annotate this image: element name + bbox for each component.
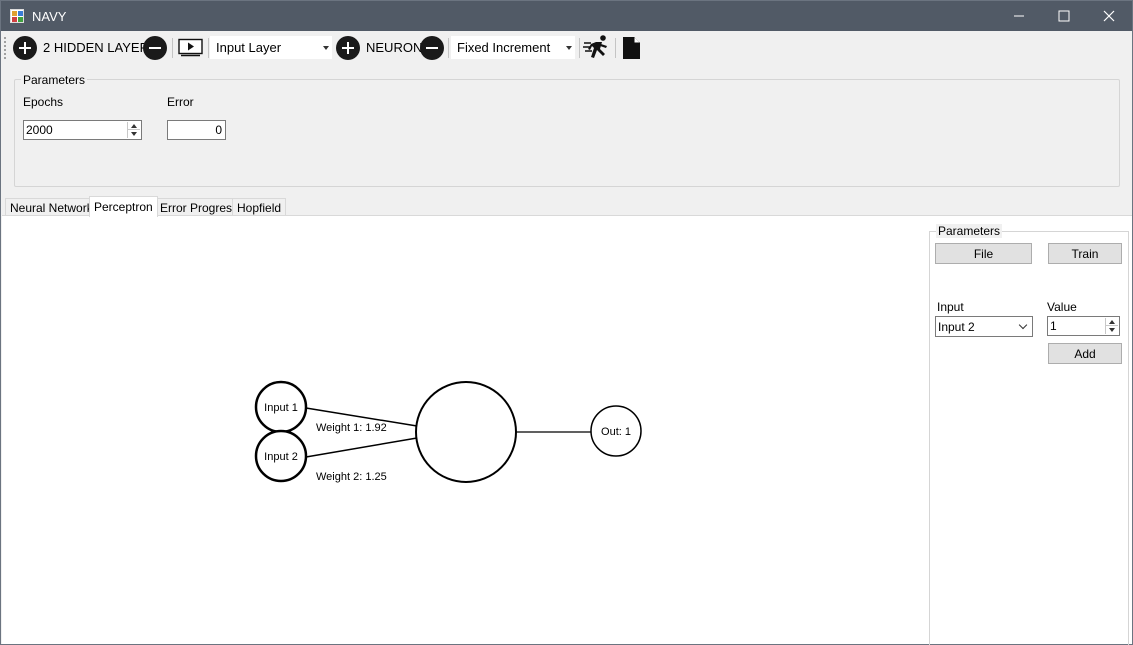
close-icon	[1103, 10, 1115, 22]
play-button[interactable]	[178, 38, 203, 57]
tab-error-progress[interactable]: Error Progress	[155, 198, 244, 216]
hidden-layers-label: 2 HIDDEN LAYERS	[43, 40, 158, 55]
toolbar-separator	[172, 38, 173, 58]
output-label: Out: 1	[601, 426, 631, 438]
algorithm-select[interactable]: Fixed Increment	[451, 36, 575, 59]
input-label: Input	[937, 300, 964, 314]
error-value: 0	[215, 123, 222, 137]
chevron-down-icon	[1018, 320, 1028, 330]
title-bar[interactable]: NAVY	[1, 1, 1132, 31]
value-label: Value	[1047, 300, 1077, 314]
epochs-spinner[interactable]	[127, 122, 140, 138]
spin-down-icon[interactable]	[1109, 328, 1115, 332]
value-input[interactable]: 1	[1047, 316, 1120, 336]
maximize-icon	[1058, 10, 1070, 22]
input-select-value: Input 2	[938, 320, 975, 334]
new-file-button[interactable]	[621, 36, 641, 60]
minimize-button[interactable]	[996, 1, 1042, 31]
toolbar-grip[interactable]	[4, 37, 6, 59]
weight-2-connection	[305, 437, 418, 458]
input-2-label: Input 2	[264, 451, 298, 463]
dropdown-arrow-icon	[323, 46, 329, 50]
weight-2-label: Weight 2: 1.25	[316, 471, 387, 483]
toolbar: 2 HIDDEN LAYERS Input Layer NEURON Fixed…	[1, 31, 1132, 64]
toolbar-separator	[579, 38, 580, 58]
tab-hopfield[interactable]: Hopfield	[232, 198, 287, 216]
weight-1-label: Weight 1: 1.92	[316, 422, 387, 434]
neuron-node	[415, 381, 517, 483]
epochs-label: Epochs	[23, 95, 64, 109]
remove-neuron-button[interactable]	[420, 36, 444, 60]
play-icon	[178, 38, 203, 57]
epochs-value: 2000	[26, 123, 53, 137]
maximize-button[interactable]	[1041, 1, 1087, 31]
error-label: Error	[167, 95, 194, 109]
parameters-group-title: Parameters	[21, 73, 88, 87]
tab-perceptron[interactable]: Perceptron	[89, 196, 158, 217]
add-button[interactable]: Add	[1048, 343, 1122, 364]
perceptron-parameters-title: Parameters	[936, 224, 1003, 238]
value-input-value: 1	[1050, 319, 1057, 333]
input-1-label: Input 1	[264, 402, 298, 414]
dropdown-arrow-icon	[566, 46, 572, 50]
layer-select[interactable]: Input Layer	[210, 36, 332, 59]
algorithm-select-value: Fixed Increment	[457, 40, 551, 55]
close-button[interactable]	[1086, 1, 1132, 31]
toolbar-separator	[208, 38, 209, 58]
error-input[interactable]: 0	[167, 120, 226, 140]
spin-down-icon[interactable]	[131, 132, 137, 136]
toolbar-separator	[615, 38, 616, 58]
perceptron-tab-panel: Input 1 Input 2 Out: 1 Weight 1: 1.92 We…	[2, 215, 1132, 645]
perceptron-diagram: Input 1 Input 2 Out: 1 Weight 1: 1.92 We…	[254, 380, 642, 483]
remove-hidden-layer-button[interactable]	[143, 36, 167, 60]
file-button[interactable]: File	[935, 243, 1032, 264]
neuron-label: NEURON	[366, 40, 423, 55]
add-neuron-button[interactable]	[336, 36, 360, 60]
spin-up-icon[interactable]	[131, 124, 137, 128]
running-man-icon	[583, 35, 607, 58]
perceptron-parameters-group	[929, 231, 1129, 645]
minus-icon	[426, 46, 438, 50]
minimize-icon	[1014, 15, 1024, 17]
add-hidden-layer-button[interactable]	[13, 36, 37, 60]
train-button[interactable]: Train	[1048, 243, 1122, 264]
minus-icon	[149, 46, 161, 50]
input-select[interactable]: Input 2	[935, 316, 1033, 337]
window-title: NAVY	[32, 9, 67, 24]
layer-select-value: Input Layer	[216, 40, 282, 55]
app-window: NAVY 2 HIDDEN LAYERS Input Layer NEURON …	[0, 0, 1133, 645]
run-button[interactable]	[583, 34, 611, 61]
toolbar-separator	[448, 38, 449, 58]
tab-strip: Neural Network Perceptron Error Progress…	[1, 196, 1132, 217]
value-spinner[interactable]	[1105, 318, 1118, 334]
tab-neural-network[interactable]: Neural Network	[5, 198, 98, 216]
epochs-input[interactable]: 2000	[23, 120, 142, 140]
spin-up-icon[interactable]	[1109, 320, 1115, 324]
perceptron-diagram-canvas: Input 1 Input 2 Out: 1 Weight 1: 1.92 We…	[4, 218, 928, 644]
app-icon	[10, 9, 24, 23]
document-icon	[623, 37, 640, 59]
